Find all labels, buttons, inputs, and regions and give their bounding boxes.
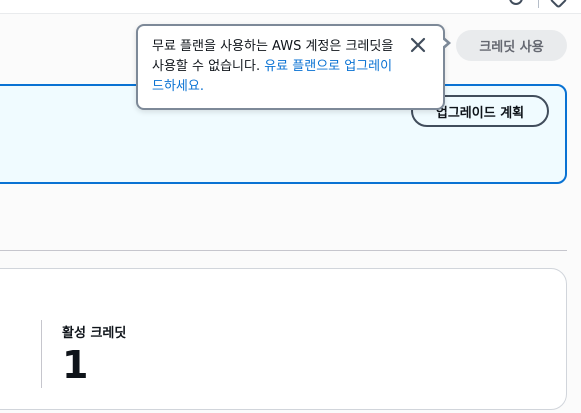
top-navigation-bar: [0, 0, 581, 14]
section-divider: [0, 250, 567, 251]
card-column-divider: [41, 320, 42, 388]
active-credits-label: 활성 크레딧: [62, 326, 127, 341]
popover-arrow-fill: [441, 38, 447, 48]
top-nav-divider: [538, 0, 539, 8]
active-credits-value: 1: [62, 343, 89, 387]
close-icon[interactable]: [409, 36, 427, 54]
popover-message: 무료 플랜을 사용하는 AWS 계정은 크레딧을 사용할 수 없습니다. 유료 …: [152, 37, 402, 97]
use-credits-button[interactable]: 크레딧 사용: [456, 30, 567, 61]
